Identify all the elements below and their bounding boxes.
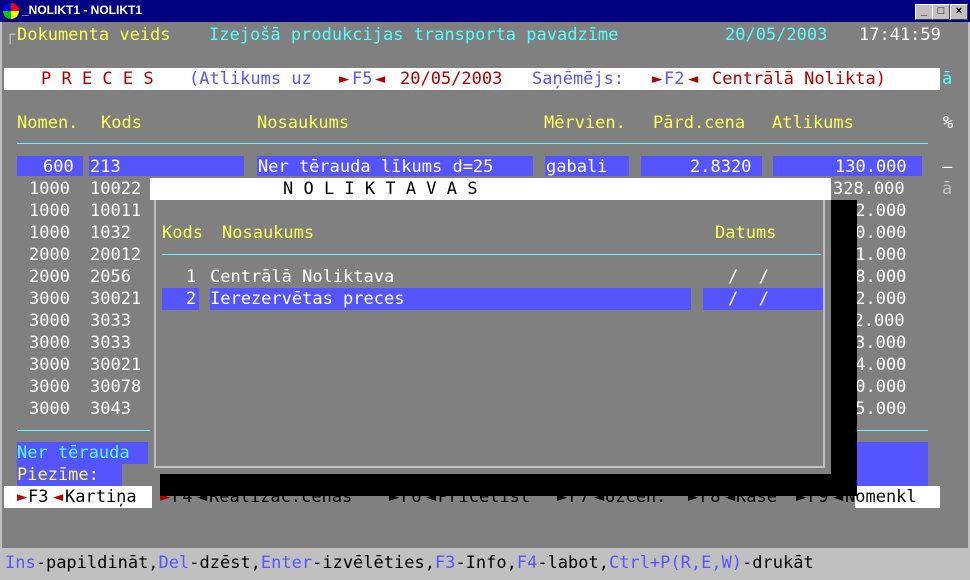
item-kods: 2 bbox=[186, 289, 197, 309]
receiver-value[interactable]: Centrālā Nolikta) bbox=[712, 68, 886, 90]
nolikt-dialog: N O L I K T A V A S Kods Nosaukums Datum… bbox=[150, 178, 831, 474]
f3-kartina-button[interactable]: Kartiņa bbox=[65, 486, 137, 508]
col-pard-cena: Pārd.cena bbox=[653, 113, 746, 133]
cell-nomen: 2000 bbox=[29, 267, 70, 287]
minimize-button[interactable]: _ bbox=[915, 4, 933, 20]
arrow-left-icon: ◄ bbox=[375, 69, 386, 89]
receiver-label: Saņēmējs: bbox=[532, 69, 625, 89]
cell-mervien: gabali bbox=[546, 157, 608, 177]
col-kods: Kods bbox=[101, 113, 142, 133]
cell-kods: 213 bbox=[90, 157, 121, 177]
arrow-right-icon: ► bbox=[17, 487, 28, 507]
item-datums: / / bbox=[728, 267, 769, 287]
doc-date: 20/05/2003 bbox=[725, 25, 828, 45]
dialog-title-bar bbox=[150, 178, 831, 200]
f2-key[interactable]: F2 bbox=[664, 68, 684, 90]
cell-nomen: 3000 bbox=[29, 289, 70, 309]
col-nosaukums: Nosaukums bbox=[257, 113, 350, 133]
f4-labot-key: F4 bbox=[516, 553, 538, 573]
dialog-col-kods: Kods bbox=[162, 223, 203, 243]
arrow-left-icon: ◄ bbox=[688, 69, 699, 89]
col-nomen: Nomen. bbox=[17, 113, 79, 133]
cell-atlikums: 130.000 bbox=[835, 157, 907, 177]
status-text: Ins-papildināt,Del-dzēst,Enter-izvēlētie… bbox=[5, 553, 814, 573]
dialog-divider bbox=[162, 254, 821, 255]
cell-nomen: 600 bbox=[43, 157, 74, 177]
cell-kods: 10011 bbox=[90, 201, 142, 221]
cell-kods: 3043 bbox=[90, 399, 131, 419]
doc-type-value[interactable]: Izejošā produkcijas transporta pavadzīme bbox=[209, 24, 618, 46]
f3-info-key: F3 bbox=[434, 553, 456, 573]
maximize-button[interactable]: □ bbox=[932, 4, 950, 20]
dialog-col-datums: Datums bbox=[715, 223, 777, 243]
f5-key[interactable]: F5 bbox=[352, 68, 372, 90]
app-icon bbox=[3, 3, 19, 19]
cell-kods: 30078 bbox=[90, 377, 142, 397]
dash-fragment: — bbox=[942, 157, 953, 177]
cell-nomen: 1000 bbox=[29, 201, 70, 221]
item-nosaukums: Centrālā Noliktava bbox=[210, 267, 395, 287]
ins-key: Ins bbox=[5, 553, 36, 573]
window-title: _NOLIKT1 - NOLIKT1 bbox=[22, 3, 143, 17]
arrow-left-icon: ◄ bbox=[53, 487, 64, 507]
cell-nomen: 3000 bbox=[29, 311, 70, 331]
preces-title: P R E C E S bbox=[41, 69, 154, 89]
cell-nomen: 3000 bbox=[29, 377, 70, 397]
cell-kods: 30021 bbox=[90, 355, 142, 375]
enter-key: Enter bbox=[260, 553, 313, 573]
cell-nomen: 3000 bbox=[29, 333, 70, 353]
right-fragment: ā bbox=[942, 69, 953, 89]
ctrl-p-key: Ctrl+P(R,E,W) bbox=[608, 553, 743, 573]
frame-corner: ┌ bbox=[5, 25, 16, 45]
cell-atlikums: 3.000 bbox=[855, 333, 907, 353]
cell-nomen: 2000 bbox=[29, 245, 70, 265]
close-button[interactable]: × bbox=[950, 4, 968, 20]
cell-nomen: 3000 bbox=[29, 355, 70, 375]
del-key: Del bbox=[158, 553, 190, 573]
atlikums-uz-label: (Atlikums uz bbox=[189, 69, 312, 89]
cell-kods: 20012 bbox=[90, 245, 142, 265]
arrow-right-icon: ► bbox=[339, 69, 350, 89]
item-nosaukums: Ierezervētas preces bbox=[210, 289, 405, 309]
cell-kods: 3033 bbox=[90, 333, 131, 353]
dialog-col-nosaukums: Nosaukums bbox=[222, 223, 315, 243]
arrow-right-icon: ► bbox=[652, 69, 663, 89]
dialog-title: N O L I K T A V A S bbox=[283, 179, 478, 199]
percent-fragment: % bbox=[943, 113, 954, 133]
window-title-bar[interactable]: _NOLIKT1 - NOLIKT1 _ □ × bbox=[0, 0, 970, 22]
cell-atlikums: 328.000 bbox=[833, 179, 905, 199]
col-mervien: Mērvien. bbox=[544, 113, 626, 133]
cell-cena: 2.8320 bbox=[690, 157, 752, 177]
cell-kods: 1032 bbox=[90, 223, 131, 243]
note-label: Piezīme: bbox=[17, 465, 99, 485]
doc-time: 17:41:59 bbox=[859, 25, 941, 45]
cell-nosaukums: Ner tērauda līkums d=25 bbox=[258, 157, 494, 177]
cell-nomen: 1000 bbox=[29, 179, 70, 199]
cell-kods: 30021 bbox=[90, 289, 142, 309]
header-divider bbox=[17, 143, 928, 144]
f3-key[interactable]: F3 bbox=[28, 486, 48, 508]
cell-kods: 3033 bbox=[90, 311, 131, 331]
doc-type-label: Dokumenta veids bbox=[17, 25, 171, 45]
stock-date: 20/05/2003 bbox=[400, 69, 503, 89]
console-area: ┌ Dokumenta veids Izejošā produkcijas tr… bbox=[2, 22, 968, 578]
col-atlikums: Atlikums bbox=[772, 113, 854, 133]
info-right-bg bbox=[857, 442, 928, 486]
info-name: Ner tērauda bbox=[17, 443, 130, 463]
right-fragment-2: ā bbox=[942, 179, 953, 199]
cell-nomen: 1000 bbox=[29, 223, 70, 243]
cell-kods: 10022 bbox=[90, 179, 142, 199]
cell-nomen: 3000 bbox=[29, 399, 70, 419]
item-kods: 1 bbox=[186, 267, 197, 287]
cell-kods: 2056 bbox=[90, 267, 131, 287]
item-datums: / / bbox=[728, 289, 769, 309]
